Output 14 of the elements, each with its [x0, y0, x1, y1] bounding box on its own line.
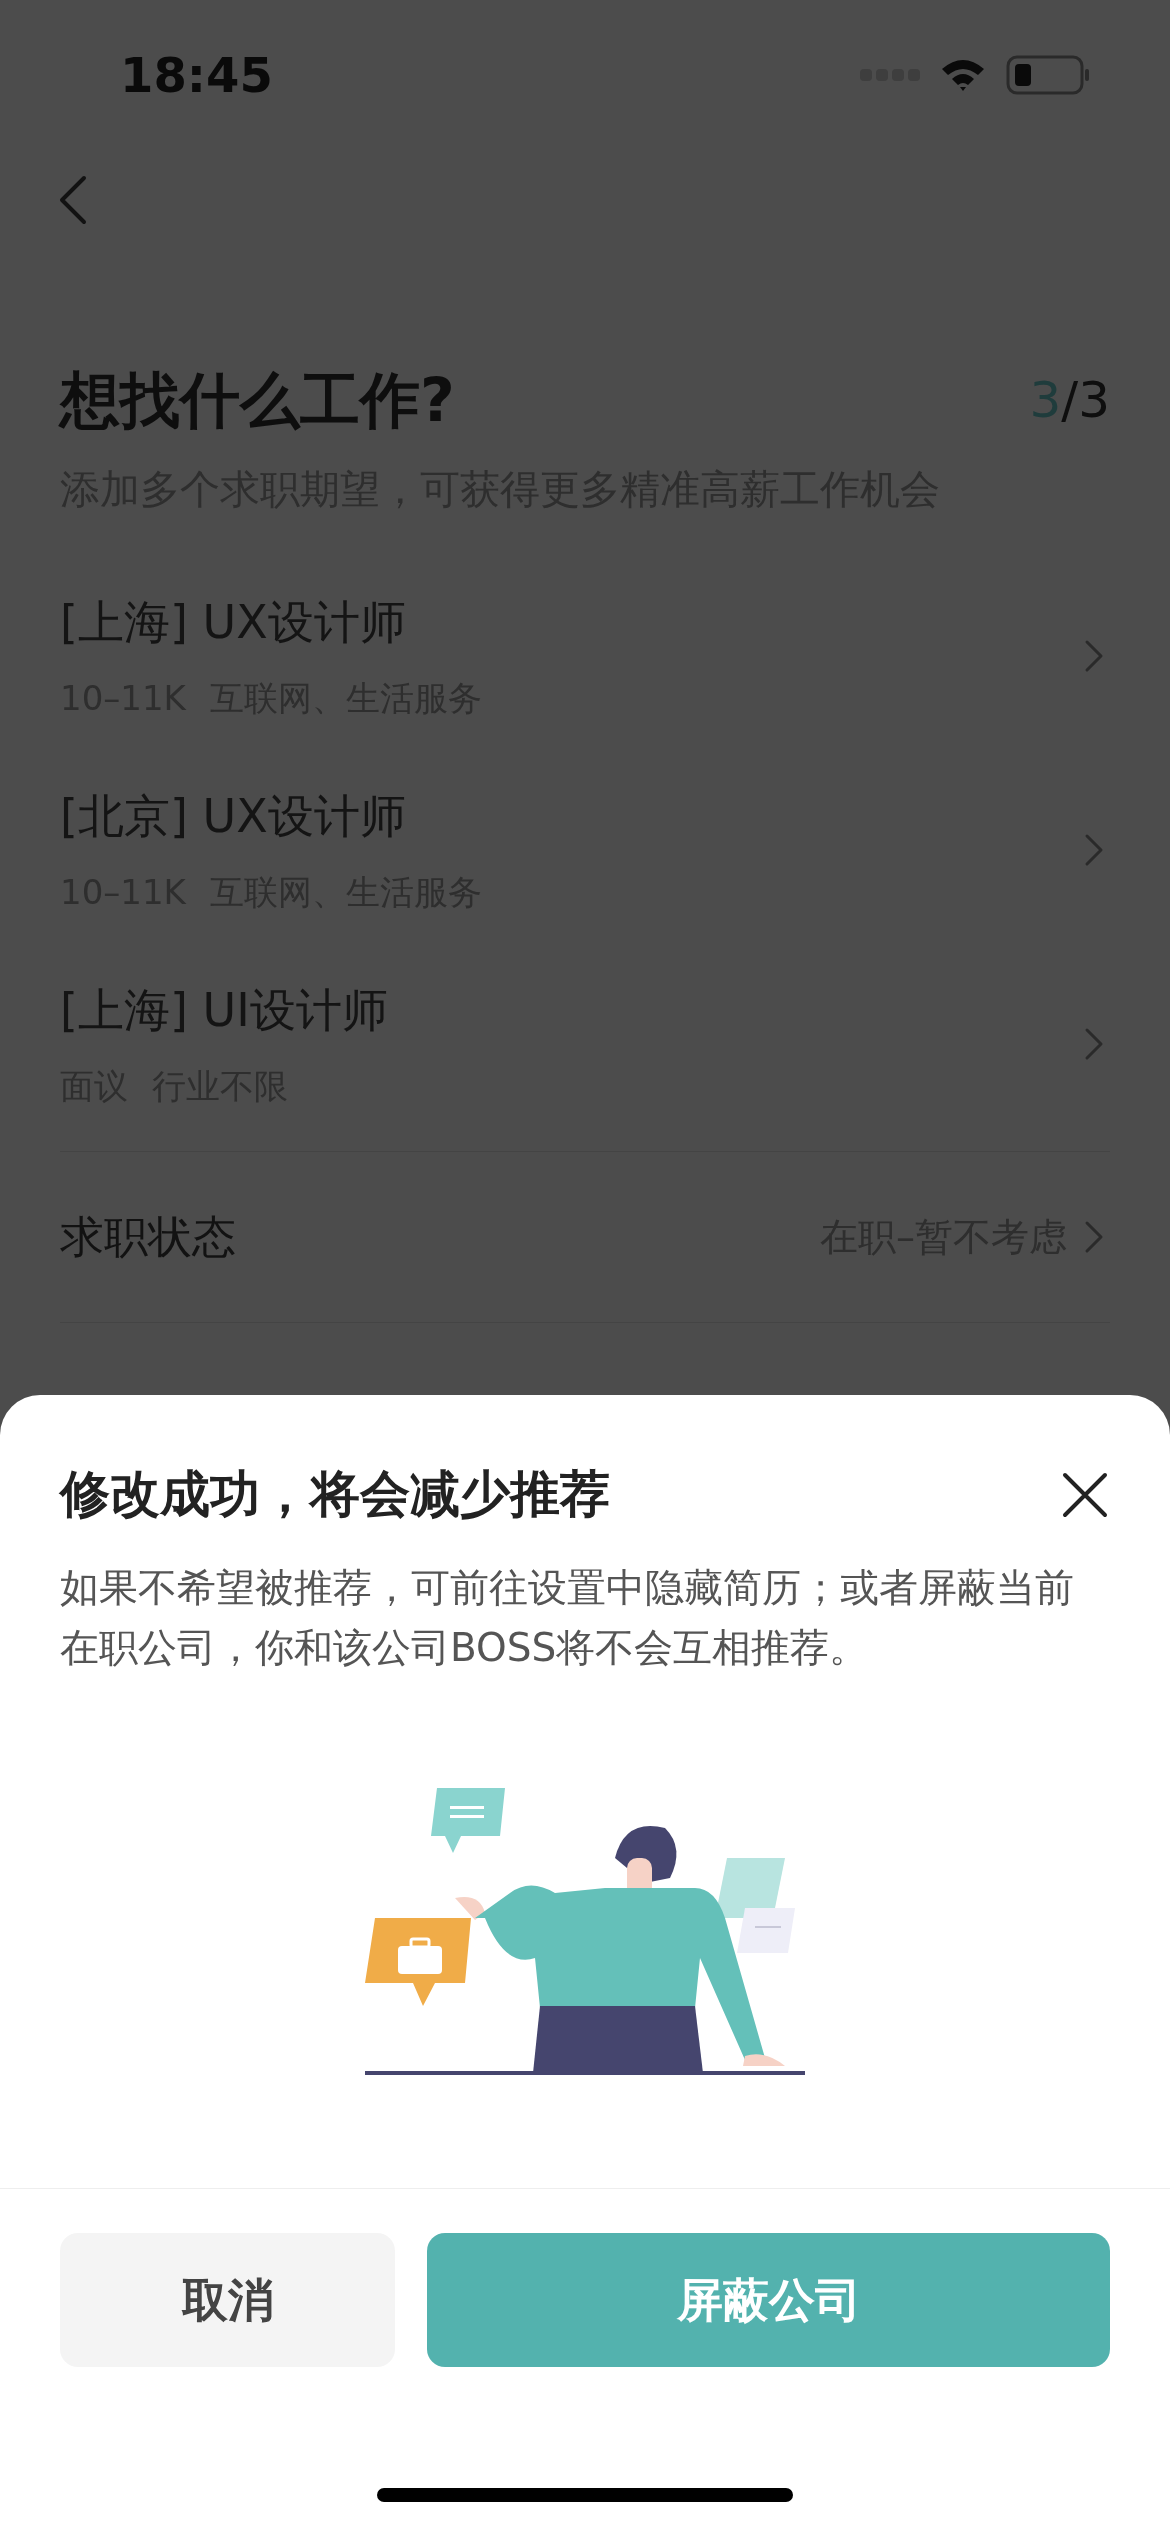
chevron-right-icon: [1083, 1026, 1105, 1062]
sheet-title: 修改成功，将会减少推荐: [60, 1464, 610, 1525]
page-title: 想找什么工作?: [60, 364, 455, 437]
cancel-button[interactable]: 取消: [60, 2233, 395, 2367]
back-icon: [58, 174, 88, 226]
chevron-right-icon: [1083, 832, 1105, 868]
chevron-right-icon: [1083, 638, 1105, 674]
block-company-button[interactable]: 屏蔽公司: [427, 2233, 1110, 2367]
close-icon: [1062, 1471, 1108, 1518]
chevron-right-icon: [1083, 1219, 1105, 1255]
sheet-message: 如果不希望被推荐，可前往设置中隐藏简历；或者屏蔽当前在职公司，你和该公司BOSS将不会互相推荐。: [59, 1564, 1075, 1672]
battery-icon: [1006, 55, 1090, 95]
status-time: 18:45: [120, 46, 273, 105]
wifi-icon: [940, 57, 986, 93]
